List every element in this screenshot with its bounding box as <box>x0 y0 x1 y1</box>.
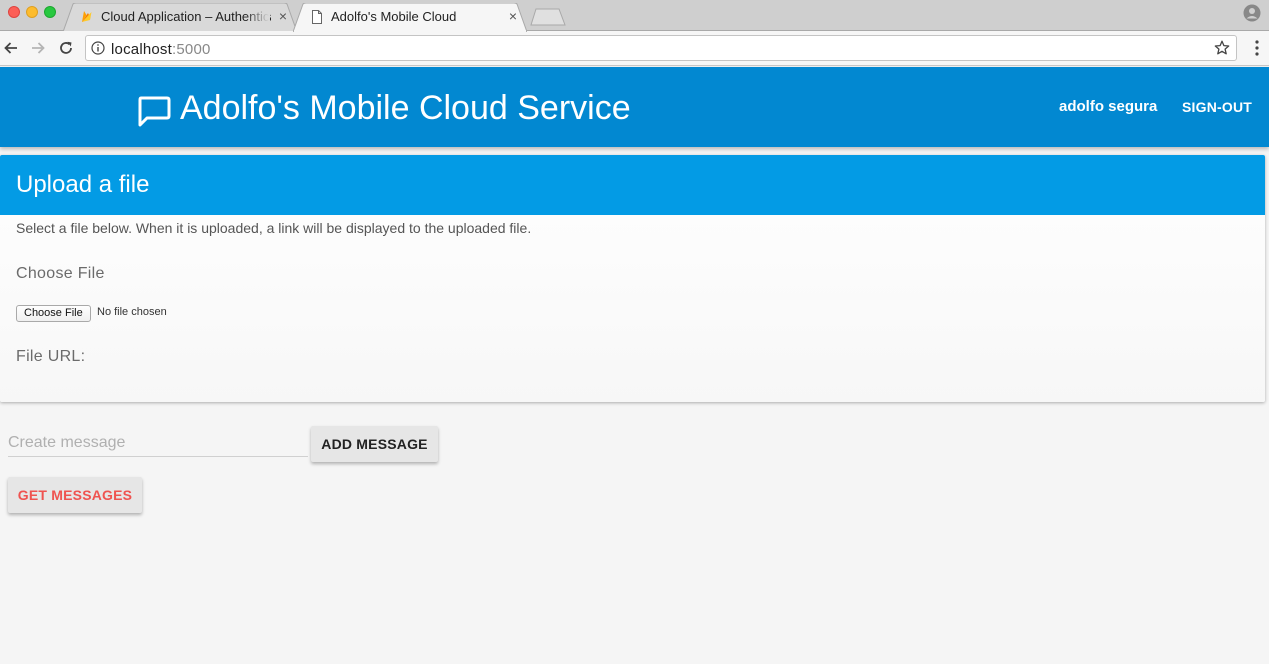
user-name: adolfo segura <box>1059 98 1158 115</box>
sign-out-button[interactable]: SIGN-OUT <box>1182 99 1252 115</box>
browser-menu-icon[interactable] <box>1255 39 1259 57</box>
bookmark-star-icon[interactable] <box>1214 40 1230 56</box>
upload-card: Upload a file Select a file below. When … <box>0 155 1265 402</box>
add-message-button[interactable]: ADD MESSAGE <box>311 426 438 462</box>
url-host: localhost <box>111 41 173 58</box>
forward-button[interactable] <box>27 37 49 59</box>
app-header: Adolfo's Mobile Cloud Service adolfo seg… <box>0 67 1269 147</box>
file-status: No file chosen <box>97 306 167 318</box>
profile-icon[interactable] <box>1243 4 1261 22</box>
choose-file-button[interactable]: Choose File <box>16 305 91 322</box>
new-tab-button[interactable] <box>530 8 566 26</box>
url-port: :5000 <box>172 41 211 58</box>
url-text[interactable]: localhost:5000 <box>111 41 211 58</box>
create-message-input[interactable] <box>8 430 308 457</box>
file-url-label: File URL: <box>16 348 86 365</box>
reload-button[interactable] <box>55 37 77 59</box>
browser-tab-authentication[interactable]: Cloud Application – Authentica × <box>63 3 297 32</box>
document-icon <box>312 10 322 24</box>
address-bar[interactable]: localhost:5000 <box>85 35 1237 61</box>
minimize-window-button[interactable] <box>26 6 38 18</box>
maximize-window-button[interactable] <box>44 6 56 18</box>
tab-close-icon[interactable]: × <box>509 8 517 24</box>
page-title: Adolfo's Mobile Cloud Service <box>180 89 631 127</box>
upload-description: Select a file below. When it is uploaded… <box>16 220 532 236</box>
browser-tab-mobile-cloud[interactable]: Adolfo's Mobile Cloud × <box>293 3 527 32</box>
back-button[interactable] <box>0 37 22 59</box>
info-icon[interactable] <box>91 41 105 55</box>
browser-tab-strip: Cloud Application – Authentica × Adolfo'… <box>0 0 1269 32</box>
firebase-icon <box>82 11 92 22</box>
reload-icon <box>60 41 72 54</box>
forward-arrow-icon <box>32 42 45 54</box>
upload-card-title: Upload a file <box>16 171 150 198</box>
get-messages-button[interactable]: GET MESSAGES <box>8 477 142 513</box>
tab-close-icon[interactable]: × <box>279 8 287 24</box>
chat-icon <box>138 96 171 127</box>
choose-file-label: Choose File <box>16 265 105 282</box>
back-arrow-icon <box>4 42 17 54</box>
close-window-button[interactable] <box>8 6 20 18</box>
upload-card-header: Upload a file <box>0 155 1265 215</box>
browser-toolbar: localhost:5000 <box>0 31 1269 66</box>
